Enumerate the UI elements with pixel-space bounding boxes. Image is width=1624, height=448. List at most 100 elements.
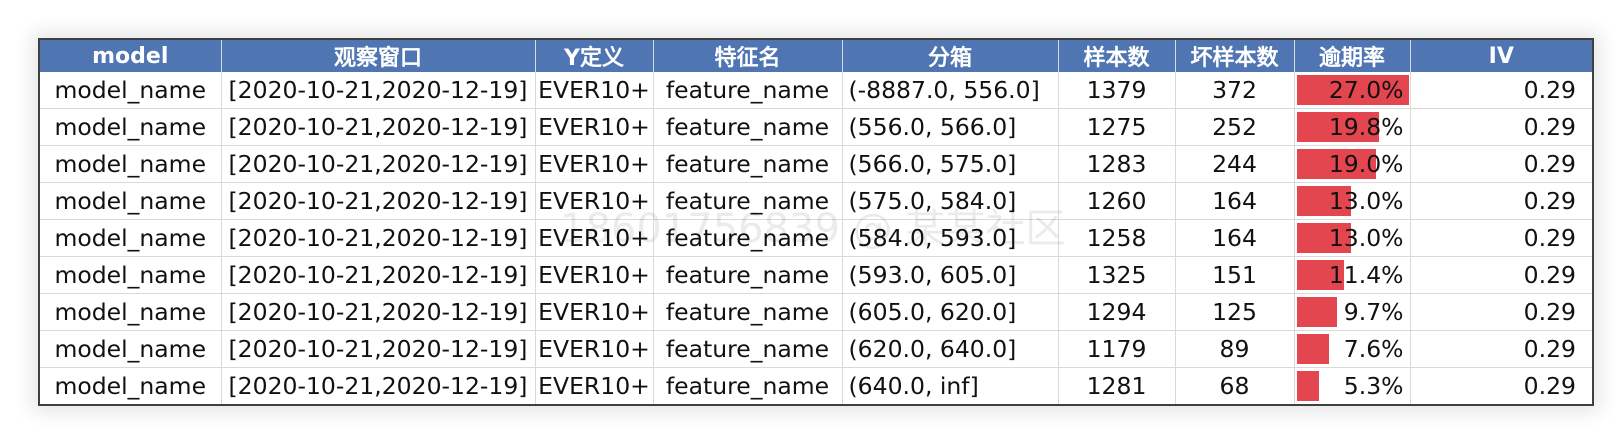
cell-model[interactable]: model_name [40,256,222,294]
cell-feature[interactable]: feature_name [653,145,843,183]
table-row[interactable]: model_name [2020-10-21,2020-12-19] EVER10+… [40,293,1592,331]
cell-bin[interactable]: (-8887.0, 556.0] [842,72,1059,109]
cell-samples[interactable]: 1179 [1058,330,1176,368]
cell-iv[interactable]: 0.29 [1410,219,1592,257]
cell-window[interactable]: [2020-10-21,2020-12-19] [221,108,536,146]
cell-window[interactable]: [2020-10-21,2020-12-19] [221,72,536,109]
cell-feature[interactable]: feature_name [653,330,843,368]
cell-model[interactable]: model_name [40,108,222,146]
cell-model[interactable]: model_name [40,330,222,368]
header-overdue-rate[interactable]: 逾期率 [1294,40,1411,72]
woe-binning-table: model 观察窗口 Y定义 特征名 分箱 样本数 坏样本数 逾期率 IV mo… [38,38,1594,406]
header-samples[interactable]: 样本数 [1058,40,1176,72]
cell-window[interactable]: [2020-10-21,2020-12-19] [221,219,536,257]
cell-feature[interactable]: feature_name [653,108,843,146]
cell-bad-samples[interactable]: 164 [1175,219,1295,257]
table-row[interactable]: model_name [2020-10-21,2020-12-19] EVER10+… [40,367,1592,404]
header-iv[interactable]: IV [1410,40,1592,72]
cell-iv[interactable]: 0.29 [1410,182,1592,220]
cell-overdue-rate[interactable]: 13.0% [1294,219,1411,257]
cell-overdue-rate[interactable]: 5.3% [1294,367,1411,404]
cell-y-def[interactable]: EVER10+ [535,330,654,368]
cell-iv[interactable]: 0.29 [1410,145,1592,183]
cell-y-def[interactable]: EVER10+ [535,72,654,109]
cell-bad-samples[interactable]: 151 [1175,256,1295,294]
cell-bad-samples[interactable]: 164 [1175,182,1295,220]
cell-samples[interactable]: 1260 [1058,182,1176,220]
cell-y-def[interactable]: EVER10+ [535,219,654,257]
cell-bin[interactable]: (605.0, 620.0] [842,293,1059,331]
cell-y-def[interactable]: EVER10+ [535,182,654,220]
cell-y-def[interactable]: EVER10+ [535,145,654,183]
cell-overdue-rate[interactable]: 9.7% [1294,293,1411,331]
cell-bad-samples[interactable]: 372 [1175,72,1295,109]
table-row[interactable]: model_name [2020-10-21,2020-12-19] EVER10+… [40,108,1592,146]
cell-overdue-rate[interactable]: 7.6% [1294,330,1411,368]
cell-feature[interactable]: feature_name [653,219,843,257]
table-row[interactable]: model_name [2020-10-21,2020-12-19] EVER10+… [40,330,1592,368]
cell-bin[interactable]: (556.0, 566.0] [842,108,1059,146]
cell-samples[interactable]: 1379 [1058,72,1176,109]
table-row[interactable]: model_name [2020-10-21,2020-12-19] EVER10+… [40,256,1592,294]
cell-feature[interactable]: feature_name [653,182,843,220]
cell-samples[interactable]: 1325 [1058,256,1176,294]
cell-bad-samples[interactable]: 125 [1175,293,1295,331]
cell-iv[interactable]: 0.29 [1410,72,1592,109]
cell-iv[interactable]: 0.29 [1410,367,1592,404]
cell-y-def[interactable]: EVER10+ [535,256,654,294]
cell-y-def[interactable]: EVER10+ [535,293,654,331]
cell-iv[interactable]: 0.29 [1410,293,1592,331]
header-model[interactable]: model [40,40,222,72]
cell-bin[interactable]: (640.0, inf] [842,367,1059,404]
cell-bin[interactable]: (593.0, 605.0] [842,256,1059,294]
cell-samples[interactable]: 1281 [1058,367,1176,404]
cell-bin[interactable]: (566.0, 575.0] [842,145,1059,183]
cell-y-def[interactable]: EVER10+ [535,367,654,404]
table-row[interactable]: model_name [2020-10-21,2020-12-19] EVER10+… [40,219,1592,257]
cell-y-def[interactable]: EVER10+ [535,108,654,146]
cell-samples[interactable]: 1258 [1058,219,1176,257]
cell-window[interactable]: [2020-10-21,2020-12-19] [221,256,536,294]
cell-bad-samples[interactable]: 252 [1175,108,1295,146]
cell-bin[interactable]: (584.0, 593.0] [842,219,1059,257]
cell-samples[interactable]: 1294 [1058,293,1176,331]
cell-model[interactable]: model_name [40,219,222,257]
cell-bad-samples[interactable]: 68 [1175,367,1295,404]
table-row[interactable]: model_name [2020-10-21,2020-12-19] EVER10+… [40,145,1592,183]
header-bad-samples[interactable]: 坏样本数 [1175,40,1295,72]
table-row[interactable]: model_name [2020-10-21,2020-12-19] EVER10+… [40,182,1592,220]
cell-window[interactable]: [2020-10-21,2020-12-19] [221,182,536,220]
cell-iv[interactable]: 0.29 [1410,256,1592,294]
cell-window[interactable]: [2020-10-21,2020-12-19] [221,367,536,404]
header-window[interactable]: 观察窗口 [221,40,536,72]
header-bin[interactable]: 分箱 [842,40,1059,72]
cell-overdue-rate[interactable]: 11.4% [1294,256,1411,294]
cell-bin[interactable]: (620.0, 640.0] [842,330,1059,368]
cell-model[interactable]: model_name [40,367,222,404]
cell-overdue-rate[interactable]: 19.0% [1294,145,1411,183]
cell-window[interactable]: [2020-10-21,2020-12-19] [221,145,536,183]
cell-bad-samples[interactable]: 244 [1175,145,1295,183]
cell-overdue-rate[interactable]: 19.8% [1294,108,1411,146]
table-row[interactable]: model_name [2020-10-21,2020-12-19] EVER10+… [40,72,1592,109]
cell-iv[interactable]: 0.29 [1410,108,1592,146]
cell-feature[interactable]: feature_name [653,367,843,404]
cell-bin[interactable]: (575.0, 584.0] [842,182,1059,220]
cell-feature[interactable]: feature_name [653,72,843,109]
cell-samples[interactable]: 1283 [1058,145,1176,183]
cell-window[interactable]: [2020-10-21,2020-12-19] [221,330,536,368]
cell-bad-samples[interactable]: 89 [1175,330,1295,368]
cell-samples[interactable]: 1275 [1058,108,1176,146]
cell-feature[interactable]: feature_name [653,293,843,331]
cell-model[interactable]: model_name [40,145,222,183]
cell-window[interactable]: [2020-10-21,2020-12-19] [221,293,536,331]
cell-model[interactable]: model_name [40,182,222,220]
cell-overdue-rate[interactable]: 13.0% [1294,182,1411,220]
cell-feature[interactable]: feature_name [653,256,843,294]
header-y-def[interactable]: Y定义 [535,40,654,72]
cell-model[interactable]: model_name [40,293,222,331]
cell-model[interactable]: model_name [40,72,222,109]
cell-overdue-rate[interactable]: 27.0% [1294,72,1411,109]
cell-iv[interactable]: 0.29 [1410,330,1592,368]
header-feature[interactable]: 特征名 [653,40,843,72]
